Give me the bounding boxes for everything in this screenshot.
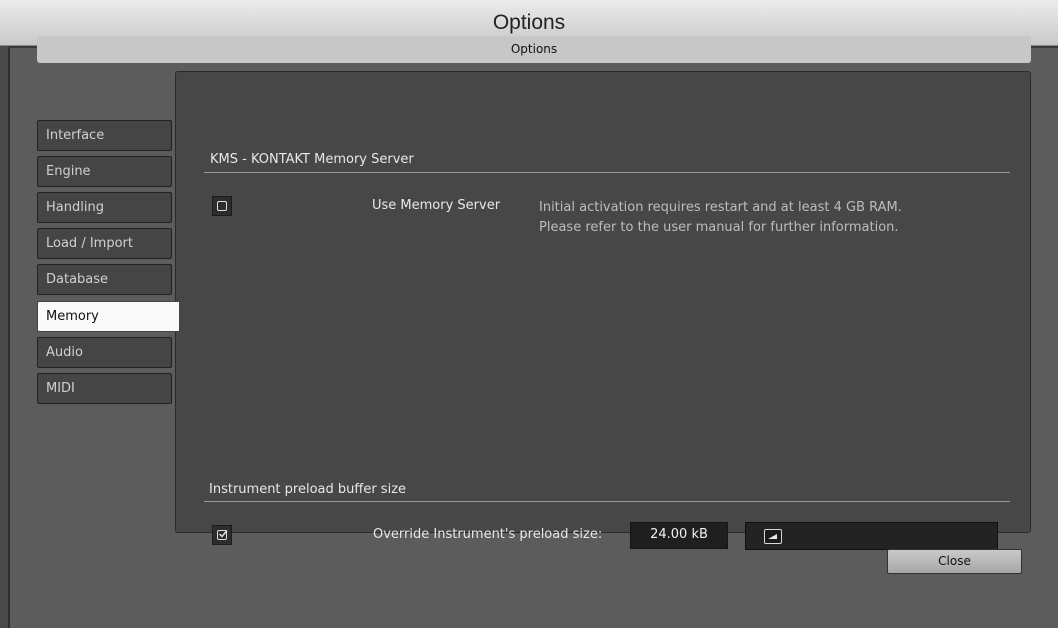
tab-label: Audio — [46, 345, 83, 360]
tab-engine[interactable]: Engine — [37, 156, 172, 187]
use-memory-server-label: Use Memory Server — [372, 198, 501, 213]
tab-interface[interactable]: Interface — [37, 120, 172, 151]
slider-fill-icon — [768, 534, 777, 539]
slider-knob[interactable] — [764, 529, 782, 544]
checkmark-icon — [218, 530, 228, 538]
override-preload-checkbox[interactable] — [212, 525, 232, 545]
kms-group-divider — [204, 172, 1010, 173]
tab-label: Memory — [46, 309, 99, 324]
tab-database[interactable]: Database — [37, 264, 172, 295]
preload-size-slider[interactable] — [745, 522, 998, 550]
tab-load-import[interactable]: Load / Import — [37, 228, 172, 259]
tab-label: MIDI — [46, 381, 75, 396]
preload-group-divider — [204, 501, 1010, 502]
tab-label: Handling — [46, 200, 104, 215]
memory-settings-panel — [175, 71, 1031, 533]
tab-label: Interface — [46, 128, 105, 143]
preload-size-value[interactable]: 24.00 kB — [630, 522, 728, 549]
memory-server-note-line1: Initial activation requires restart and … — [539, 200, 902, 215]
preload-size-text: 24.00 kB — [650, 527, 708, 542]
tab-label: Load / Import — [46, 236, 133, 251]
memory-server-note-line2: Please refer to the user manual for furt… — [539, 220, 899, 235]
section-header-label: Options — [510, 42, 558, 56]
tab-label: Engine — [46, 164, 91, 179]
override-preload-label: Override Instrument's preload size: — [373, 527, 603, 542]
use-memory-server-checkbox[interactable] — [212, 196, 232, 216]
checkbox-unchecked-icon — [217, 201, 227, 211]
section-header: Options — [37, 36, 1031, 63]
close-button-label: Close — [938, 554, 971, 568]
tab-audio[interactable]: Audio — [37, 337, 172, 368]
checkbox-checked-icon — [217, 530, 228, 540]
tab-handling[interactable]: Handling — [37, 192, 172, 223]
tab-label: Database — [46, 272, 109, 287]
preload-group-title: Instrument preload buffer size — [209, 482, 407, 497]
kms-group-title: KMS - KONTAKT Memory Server — [210, 152, 414, 167]
tab-midi[interactable]: MIDI — [37, 373, 172, 404]
close-button[interactable]: Close — [887, 549, 1022, 574]
tab-memory[interactable]: Memory — [37, 301, 179, 332]
